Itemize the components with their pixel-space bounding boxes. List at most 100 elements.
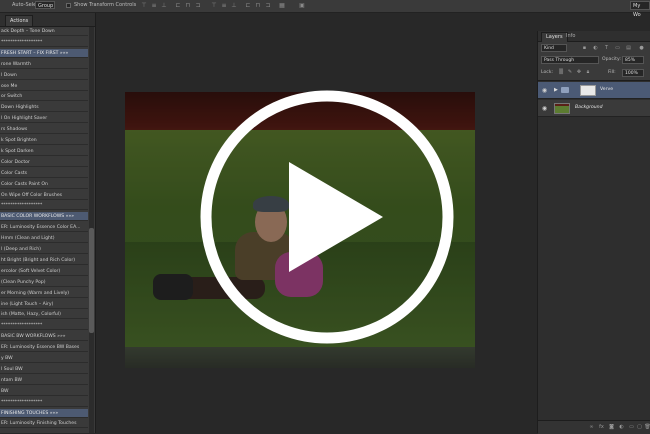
- eye-icon[interactable]: ◉: [541, 105, 548, 112]
- action-item[interactable]: or Switch: [0, 92, 88, 102]
- lock-transparency-icon[interactable]: ▒: [558, 69, 564, 76]
- expand-arrow-icon[interactable]: ▶: [554, 87, 558, 93]
- action-item[interactable]: BASIC COLOR WORKFLOWS »»»: [0, 212, 88, 222]
- action-item[interactable]: ish (Matte, Hazy, Colorful): [0, 310, 88, 320]
- lock-all-icon[interactable]: 🔒︎: [585, 69, 591, 76]
- action-item[interactable]: ******************: [0, 321, 88, 331]
- layers-list: ◉ ▶ Verve ◉ Background: [538, 80, 650, 421]
- action-item[interactable]: ose Me: [0, 82, 88, 91]
- fill-input[interactable]: 100%: [622, 69, 644, 77]
- action-item[interactable]: y BW: [0, 354, 88, 363]
- action-item[interactable]: FRESH START – FIX FIRST »»»: [0, 48, 88, 58]
- auto-align-icon[interactable]: ▦: [278, 2, 286, 9]
- action-item[interactable]: ntam BW: [0, 376, 88, 385]
- distribute-top-icon[interactable]: ⊤: [210, 2, 218, 9]
- layer-row-background[interactable]: ◉ Background: [538, 100, 650, 117]
- actions-scrollbar-thumb[interactable]: [89, 228, 94, 333]
- action-item[interactable]: ht Bright (Bright and Rich Color): [0, 256, 88, 265]
- action-item[interactable]: ER: Luminosity Finishing Touches: [0, 419, 88, 429]
- action-item[interactable]: rs Shadows: [0, 125, 88, 135]
- layer-name[interactable]: Background: [575, 105, 603, 110]
- link-layers-icon[interactable]: ∞: [588, 424, 595, 431]
- align-middle-icon[interactable]: ≡: [150, 2, 158, 9]
- distribute-bottom-icon[interactable]: ⊥: [230, 2, 238, 9]
- action-item[interactable]: l Soul BW: [0, 365, 88, 374]
- delete-layer-icon[interactable]: 🗑︎: [644, 424, 650, 431]
- distribute-left-icon[interactable]: ⊏: [244, 2, 252, 9]
- action-item[interactable]: ******************: [0, 398, 88, 407]
- action-item[interactable]: ercolor (Soft Velvet Color): [0, 267, 88, 276]
- action-item[interactable]: Color Doctor: [0, 158, 88, 167]
- actions-list: ack Depth – Tone Down ****************** F…: [0, 27, 88, 433]
- action-item[interactable]: BASIC BW WORKFLOWS »»»: [0, 332, 88, 342]
- workspace-dropdown[interactable]: My Wo: [630, 1, 650, 18]
- align-bottom-icon[interactable]: ⊥: [160, 2, 168, 9]
- auto-select-dropdown[interactable]: Group: [35, 1, 55, 9]
- distribute-right-icon[interactable]: ⊐: [264, 2, 272, 9]
- action-item[interactable]: On Wipe Off Color Brushes: [0, 191, 88, 200]
- align-center-icon[interactable]: ⊓: [184, 2, 192, 9]
- fill-label: Fill:: [608, 70, 616, 75]
- action-item[interactable]: l Down: [0, 71, 88, 80]
- eye-icon[interactable]: ◉: [541, 87, 548, 94]
- action-item[interactable]: er Morning (Warm and Lively): [0, 289, 88, 298]
- action-item[interactable]: k Spot Darken: [0, 147, 88, 156]
- action-item[interactable]: k Spot Brighten: [0, 136, 88, 145]
- filter-smart-object-icon[interactable]: ▤: [625, 44, 632, 52]
- action-item[interactable]: Hmm (Clean and Light): [0, 234, 88, 244]
- tab-actions[interactable]: Actions: [5, 15, 34, 26]
- align-right-icon[interactable]: ⊐: [194, 2, 202, 9]
- add-mask-icon[interactable]: ◙: [608, 424, 615, 431]
- layer-filter-row: Kind ▪ ◐ T ▭ ▤ ●: [541, 44, 648, 52]
- play-button[interactable]: [200, 90, 454, 344]
- action-item[interactable]: Down Highlights: [0, 103, 88, 113]
- layer-filter-dropdown[interactable]: Kind: [541, 44, 567, 52]
- filter-pixel-icon[interactable]: ▪: [581, 44, 588, 52]
- action-item[interactable]: l On Highlight Saver: [0, 114, 88, 124]
- filter-adjustment-icon[interactable]: ◐: [592, 44, 599, 52]
- layer-row-verve[interactable]: ◉ ▶ Verve: [538, 82, 650, 99]
- action-item[interactable]: ******************: [0, 201, 88, 211]
- folder-icon: [561, 87, 569, 93]
- distribute-center-icon[interactable]: ⊓: [254, 2, 262, 9]
- play-icon[interactable]: [289, 162, 383, 272]
- action-item[interactable]: rone Warmth: [0, 60, 88, 69]
- align-top-icon[interactable]: ⊤: [140, 2, 148, 9]
- layer-thumbnail: [554, 103, 570, 114]
- blend-mode-dropdown[interactable]: Pass Through: [541, 56, 599, 64]
- layers-footer: ∞ fx ◙ ◐ ▭ ▢ 🗑︎: [538, 420, 650, 434]
- lock-position-icon[interactable]: ✥: [576, 69, 582, 76]
- action-item[interactable]: l (Deep and Rich): [0, 245, 88, 254]
- action-item[interactable]: BW: [0, 387, 88, 396]
- layer-name[interactable]: Verve: [600, 87, 613, 92]
- action-item[interactable]: ER: Luminosity Essence BW Bases: [0, 343, 88, 353]
- distribute-middle-icon[interactable]: ≡: [220, 2, 228, 9]
- action-item[interactable]: (Clean Punchy Pop): [0, 278, 88, 287]
- action-item[interactable]: ine (Light Touch – Airy): [0, 300, 88, 309]
- action-item[interactable]: ******************: [0, 38, 88, 47]
- opacity-input[interactable]: 85%: [622, 56, 644, 64]
- align-left-icon[interactable]: ⊏: [174, 2, 182, 9]
- actions-panel-tabs: Actions: [0, 13, 95, 27]
- filter-type-icon[interactable]: T: [603, 44, 610, 52]
- layer-mask-thumbnail[interactable]: [580, 85, 596, 96]
- 3d-mode-icon[interactable]: ▣: [298, 2, 306, 9]
- action-item[interactable]: ack Depth – Tone Down: [0, 27, 88, 36]
- lock-image-icon[interactable]: ✎: [567, 69, 573, 76]
- filter-toggle-icon[interactable]: ●: [638, 44, 645, 52]
- filter-shape-icon[interactable]: ▭: [614, 44, 621, 52]
- new-adjustment-icon[interactable]: ◐: [618, 424, 625, 431]
- show-transform-label: Show Transform Controls: [74, 2, 137, 8]
- opacity-label: Opacity:: [602, 57, 621, 62]
- actions-panel: Actions ack Depth – Tone Down ***********…: [0, 13, 96, 433]
- new-layer-icon[interactable]: ▢: [636, 424, 643, 431]
- action-item[interactable]: ER: Luminosity Essence Color EA...: [0, 223, 88, 233]
- new-group-icon[interactable]: ▭: [628, 424, 635, 431]
- action-item[interactable]: FINISHING TOUCHES »»»: [0, 408, 88, 418]
- action-item[interactable]: Color Casts Paint On: [0, 180, 88, 189]
- options-bar: Auto-Select: Group Show Transform Contro…: [0, 0, 650, 18]
- layer-style-icon[interactable]: fx: [598, 424, 605, 431]
- tab-info[interactable]: Info: [562, 32, 579, 41]
- action-item[interactable]: Color Casts: [0, 169, 88, 178]
- show-transform-checkbox[interactable]: [66, 3, 71, 8]
